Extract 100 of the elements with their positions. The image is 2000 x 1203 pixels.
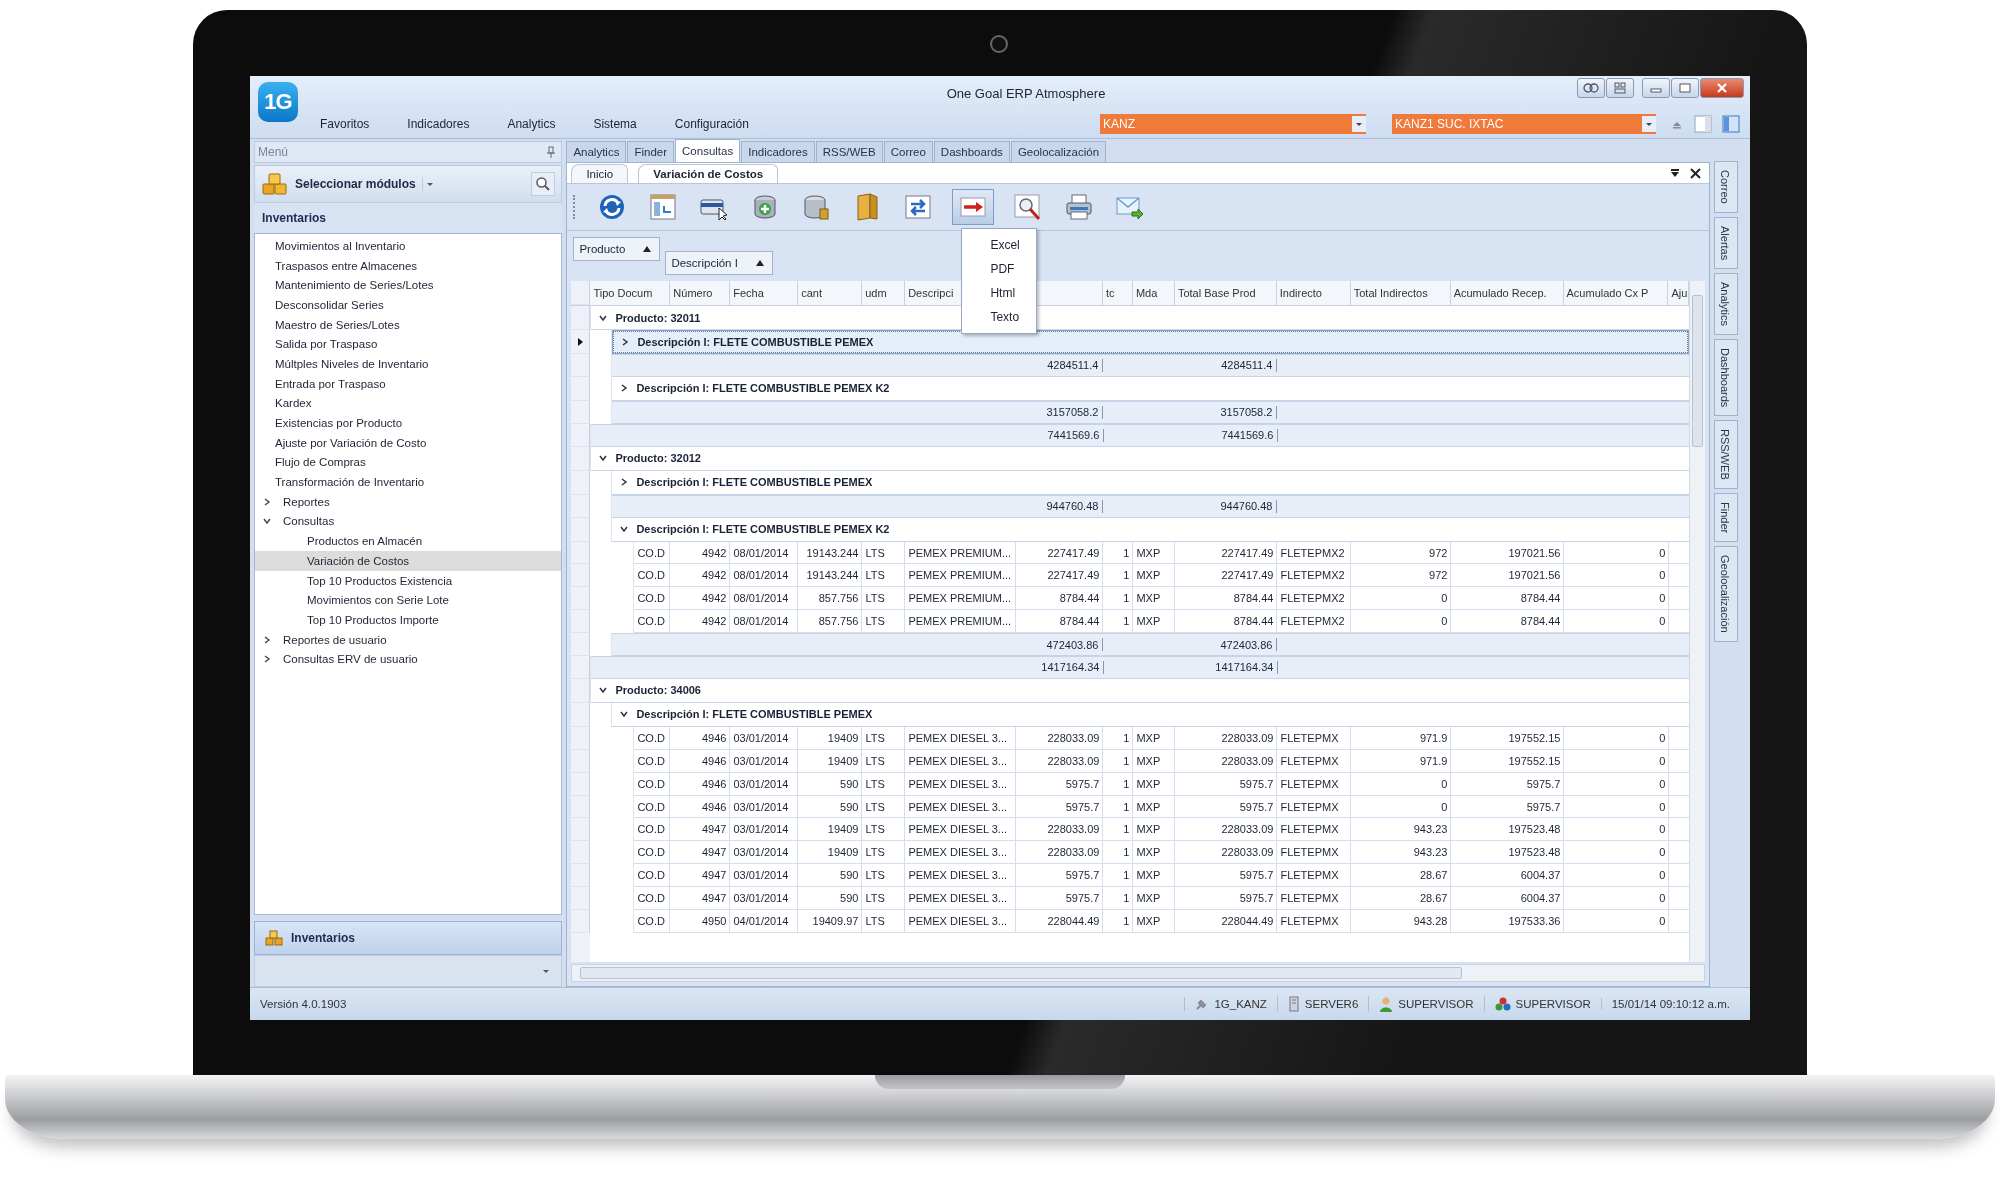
- tree-item[interactable]: Desconsolidar Series: [255, 295, 392, 315]
- tree-item[interactable]: Múltples Niveles de Inventario: [255, 354, 437, 374]
- tab-list-icon[interactable]: [1670, 168, 1681, 178]
- horizontal-scrollbar[interactable]: [571, 964, 1706, 982]
- tab[interactable]: Analytics: [566, 141, 627, 162]
- group-by-chip[interactable]: Descripción I: [665, 251, 773, 275]
- tree-item[interactable]: Flujo de Compras: [255, 452, 374, 473]
- maximize-button[interactable]: [1671, 78, 1699, 98]
- chevron-icon[interactable]: [621, 338, 630, 346]
- tab[interactable]: Correo: [883, 141, 933, 162]
- close-button[interactable]: [1700, 78, 1744, 98]
- side-tab[interactable]: Alertas: [1714, 216, 1739, 269]
- row-header[interactable]: [571, 330, 591, 354]
- tree-item[interactable]: Entrada por Traspaso: [255, 373, 394, 394]
- menu-item[interactable]: Sistema: [575, 117, 657, 131]
- tree-item[interactable]: Transformación de Inventario: [255, 472, 433, 492]
- group-by-chip[interactable]: Producto: [573, 237, 661, 261]
- column-header[interactable]: Mda: [1135, 287, 1158, 299]
- tree-item[interactable]: Reportes: [255, 491, 338, 512]
- chevron-icon[interactable]: [599, 686, 608, 695]
- column-header[interactable]: Fecha: [733, 287, 764, 299]
- chevron-icon[interactable]: [620, 525, 629, 534]
- side-tab[interactable]: Finder: [1714, 492, 1739, 543]
- caret-icon[interactable]: [421, 175, 436, 193]
- column-header[interactable]: Total Indirectos: [1353, 287, 1428, 299]
- side-tab[interactable]: Dashboards: [1714, 338, 1739, 417]
- side-tab[interactable]: Analytics: [1714, 272, 1739, 335]
- group-row[interactable]: Descripción I: FLETE COMBUSTIBLE PEMEX: [612, 470, 1690, 495]
- tree-item[interactable]: Movimientos al Inventario: [255, 236, 414, 256]
- tab[interactable]: Dashboards: [933, 141, 1010, 162]
- layout-button[interactable]: [1606, 78, 1634, 98]
- menu-item[interactable]: Configuración: [656, 117, 769, 131]
- menu-item[interactable]: PDF: [962, 257, 1037, 281]
- panel-icon[interactable]: [1694, 115, 1712, 133]
- chevron-icon[interactable]: [599, 454, 608, 463]
- minimize-button[interactable]: [1642, 78, 1670, 98]
- tree-item[interactable]: Maestro de Series/Lotes: [255, 314, 408, 335]
- pin-icon[interactable]: [547, 146, 556, 158]
- column-header[interactable]: Tipo Docum: [593, 287, 653, 299]
- chevron-icon[interactable]: [599, 313, 608, 322]
- search-button[interactable]: [531, 172, 556, 196]
- column-header[interactable]: Descripci: [908, 287, 954, 299]
- table-cell: 228033.09: [1221, 731, 1274, 744]
- group-row[interactable]: Producto: 34006: [591, 678, 1690, 703]
- tree-item[interactable]: Kardex: [255, 393, 320, 414]
- tree-item[interactable]: Top 10 Productos Existencia: [255, 570, 461, 591]
- tree-item[interactable]: Consultas: [255, 511, 343, 532]
- column-header[interactable]: Aju: [1671, 287, 1688, 299]
- chevron-icon[interactable]: [620, 710, 629, 719]
- menu-item[interactable]: Favoritos: [302, 117, 390, 131]
- column-header[interactable]: Indirecto: [1279, 287, 1322, 299]
- caret-icon[interactable]: [541, 967, 552, 975]
- tree-item[interactable]: Traspasos entre Almacenes: [255, 255, 426, 276]
- tree-item[interactable]: Consultas ERV de usuario: [255, 649, 426, 670]
- column-header[interactable]: Total Base Prod: [1177, 287, 1256, 299]
- column-header[interactable]: Acumulado Recep.: [1453, 287, 1547, 299]
- export-button[interactable]: [952, 189, 995, 225]
- group-row[interactable]: Producto: 32012: [591, 446, 1690, 471]
- side-tab[interactable]: Correo: [1714, 161, 1739, 213]
- menu-item[interactable]: Html: [962, 281, 1037, 305]
- document-tab[interactable]: Variación de Costos: [638, 164, 779, 183]
- tab[interactable]: RSS/WEB: [815, 141, 883, 162]
- column-header[interactable]: cant: [801, 287, 822, 299]
- tree-item[interactable]: Reportes de usuario: [255, 629, 395, 650]
- menu-item[interactable]: Excel: [962, 233, 1037, 257]
- menu-item[interactable]: Analytics: [489, 117, 576, 131]
- tree-item[interactable]: Existencias por Producto: [255, 413, 411, 433]
- tree-item[interactable]: Ajuste por Variación de Costo: [255, 432, 435, 453]
- group-row[interactable]: Descripción I: FLETE COMBUSTIBLE PEMEX: [612, 330, 1690, 354]
- table-cell: 197021.56: [1508, 569, 1561, 582]
- column-header[interactable]: Número: [673, 287, 713, 299]
- column-header[interactable]: tc: [1105, 287, 1115, 299]
- side-tab[interactable]: Geolocalización: [1714, 546, 1739, 642]
- tab[interactable]: Finder: [627, 141, 675, 162]
- tree-item[interactable]: Top 10 Productos Importe: [255, 610, 447, 630]
- chevron-icon[interactable]: [620, 478, 629, 487]
- tree-item[interactable]: Productos en Almacén: [255, 531, 431, 551]
- tree-item[interactable]: Movimientos con Serie Lote: [255, 590, 457, 611]
- tab[interactable]: Indicadores: [741, 141, 815, 162]
- module-button[interactable]: Inventarios: [254, 921, 563, 955]
- document-tab[interactable]: Inicio: [571, 164, 629, 183]
- menu-item[interactable]: Texto: [962, 305, 1037, 329]
- vertical-scrollbar[interactable]: [1689, 281, 1706, 962]
- tree-item[interactable]: Salida por Traspaso: [255, 334, 386, 355]
- close-icon[interactable]: [1690, 167, 1702, 179]
- column-header[interactable]: udm: [865, 287, 887, 299]
- help-button[interactable]: [1577, 78, 1605, 98]
- tree-item[interactable]: Variación de Costos: [255, 551, 562, 571]
- group-row[interactable]: Descripción I: FLETE COMBUSTIBLE PEMEX K2: [612, 517, 1690, 542]
- column-header[interactable]: Acumulado Cx P: [1566, 287, 1649, 299]
- side-tab[interactable]: RSS/WEB: [1714, 420, 1739, 489]
- tab[interactable]: Geolocalización: [1010, 141, 1107, 162]
- menu-item[interactable]: Indicadores: [389, 117, 490, 131]
- group-row[interactable]: Descripción I: FLETE COMBUSTIBLE PEMEX: [612, 702, 1690, 727]
- tab[interactable]: Consultas: [675, 139, 741, 162]
- panel-icon[interactable]: [1722, 115, 1740, 133]
- group-row[interactable]: Descripción I: FLETE COMBUSTIBLE PEMEX K2: [612, 376, 1690, 401]
- tree-item[interactable]: Mantenimiento de Series/Lotes: [255, 275, 442, 296]
- module-selector[interactable]: Seleccionar módulos: [295, 177, 416, 191]
- chevron-icon[interactable]: [620, 384, 629, 393]
